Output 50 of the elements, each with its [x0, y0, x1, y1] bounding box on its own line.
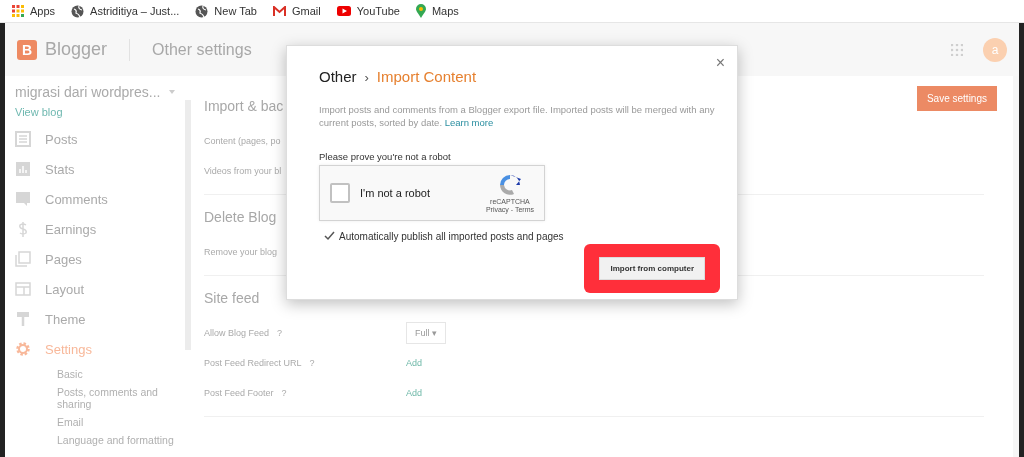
bookmark-link[interactable]: Maps [431, 5, 459, 17]
breadcrumb-separator: › [364, 70, 369, 85]
bookmark-link[interactable]: YouTube [356, 5, 400, 17]
sidebar-subitem[interactable]: Language and formatting [15, 434, 182, 446]
bookmark-link[interactable]: Astriditiya – Just... [90, 5, 180, 17]
section-title: Site feed [204, 290, 260, 306]
sidebar-item[interactable]: Settings [15, 334, 185, 364]
sidebar-item[interactable]: Pages [15, 244, 185, 274]
dialog-title: Import Content [376, 68, 477, 85]
setting-label: Allow Blog Feed [204, 328, 270, 338]
add-link[interactable]: Add [406, 358, 422, 368]
bookmark-link[interactable]: New Tab [214, 5, 257, 17]
sidebar-subitem[interactable]: Posts, comments and sharing [15, 386, 182, 410]
page-title: Other settings [152, 40, 252, 59]
sidebar-item[interactable]: Comments [15, 184, 185, 214]
sidebar-item[interactable]: Theme [15, 304, 185, 334]
section-title: Import & bac [204, 98, 284, 114]
avatar[interactable]: a [983, 37, 1007, 62]
sidebar-item[interactable]: Posts [15, 124, 185, 154]
auto-publish-label: Automatically publish all imported posts and pages [339, 230, 564, 242]
bookmark-link[interactable]: Gmail [291, 5, 321, 17]
setting-label: Post Feed Footer [204, 388, 274, 398]
section-title: Delete Blog [204, 209, 277, 225]
setting-label: Content (pages, po [204, 136, 281, 146]
add-link[interactable]: Add [406, 388, 422, 398]
sidebar-item[interactable]: Stats [15, 154, 185, 184]
sidebar-subitem[interactable]: Basic [15, 368, 182, 380]
view-blog-link[interactable]: View blog [15, 106, 63, 118]
captcha-prompt: Please prove you're not a robot [319, 151, 452, 162]
save-settings-button[interactable]: Save settings [916, 86, 997, 111]
setting-label: Remove your blog [204, 247, 278, 257]
breadcrumb-link[interactable]: Other [319, 68, 357, 85]
sidebar-subitem[interactable]: Email [15, 416, 182, 428]
help-icon[interactable]: ? [281, 388, 287, 398]
close-button[interactable]: × [713, 52, 727, 74]
dialog-description: Import posts and comments from a Blogger export file. Imported posts will be merged with any current posts, sorted by date. Learn more [319, 103, 716, 129]
setting-label: Videos from your bl [204, 166, 282, 176]
help-icon[interactable]: ? [277, 328, 283, 338]
learn-more-link[interactable]: Learn more [444, 117, 494, 128]
blogger-logo[interactable]: B [17, 39, 37, 60]
import-from-computer-button[interactable]: Import from computer [599, 257, 705, 280]
help-icon[interactable]: ? [309, 358, 315, 368]
sidebar-item[interactable]: Earnings [15, 214, 185, 244]
feed-dropdown[interactable]: Full ▾ [406, 322, 447, 344]
blog-selector[interactable]: migrasi dari wordpres... [15, 84, 161, 100]
brand-name: Blogger [45, 39, 108, 60]
setting-label: Post Feed Redirect URL [204, 358, 302, 368]
sidebar-item[interactable]: Layout [15, 274, 185, 304]
captcha-label: I'm not a robot [360, 187, 431, 199]
bookmark-link[interactable]: Apps [30, 5, 56, 17]
